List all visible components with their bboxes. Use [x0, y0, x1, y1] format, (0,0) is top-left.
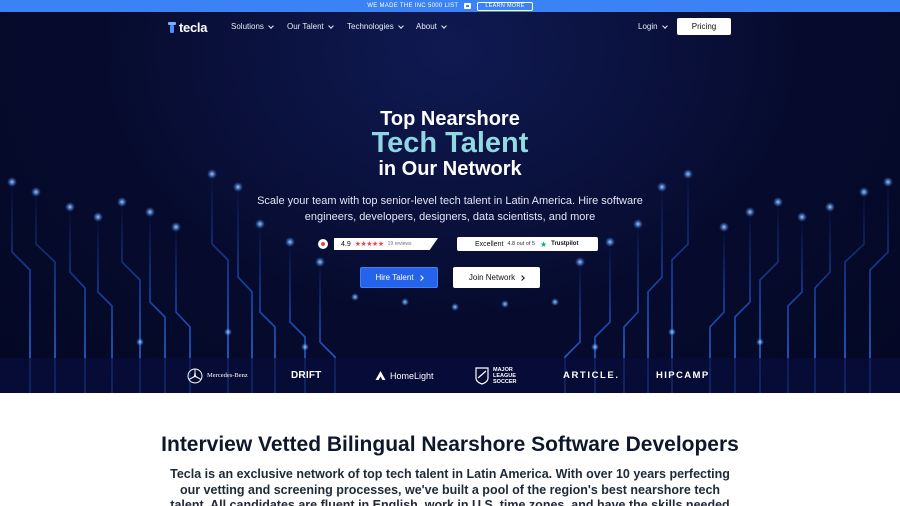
nav-item-label: About: [416, 22, 437, 31]
clutch-review-count: 19 reviews: [387, 241, 412, 247]
chevron-down-icon: [661, 22, 668, 29]
trustpilot-label: Excellent: [475, 240, 504, 248]
nav-item-label: Solutions: [231, 22, 264, 31]
homelight-house-icon: [375, 371, 386, 380]
clutch-rating-box: 4.9 ★★★★★ 19 reviews: [334, 238, 438, 250]
section-title: Interview Vetted Bilingual Nearshore Sof…: [161, 433, 739, 456]
clutch-rating-badge[interactable]: 4.9 ★★★★★ 19 reviews: [318, 238, 442, 250]
hero-subtitle: Scale your team with top senior-level te…: [257, 195, 643, 223]
nav-item-label: Our Talent: [287, 22, 324, 31]
mls-line-3: SOCCER: [493, 378, 517, 385]
chevron-right-icon: [519, 274, 525, 281]
join-network-button[interactable]: Join Network: [453, 267, 540, 288]
login-menu[interactable]: Login: [638, 22, 668, 31]
learn-more-button[interactable]: LEARN MORE: [477, 1, 533, 11]
top-nav: tecla Solutions Our Talent Technologies …: [0, 12, 900, 42]
nav-item-technologies[interactable]: Technologies: [347, 22, 404, 31]
client-logos-strip: Mercedes-Benz DRIFT HomeLight MAJOR LEAG…: [0, 358, 900, 393]
nav-item-label: Technologies: [347, 22, 394, 31]
mls-crest-icon: [475, 366, 489, 385]
hire-talent-button[interactable]: Hire Talent: [360, 267, 438, 288]
mls-wordmark: MAJOR LEAGUE SOCCER: [493, 367, 517, 385]
hero-section: tecla Solutions Our Talent Technologies …: [0, 12, 900, 393]
chevron-down-icon: [327, 22, 334, 29]
chevron-right-icon: [417, 274, 424, 281]
flag-icon: [464, 3, 472, 9]
hero-title-line-3: in Our Network: [378, 158, 522, 180]
hipcamp-logo: HIPCAMP: [656, 358, 710, 393]
mercedes-star-icon: [187, 368, 203, 383]
trustpilot-star-icon: ★: [539, 239, 548, 249]
mercedes-benz-logo: Mercedes-Benz: [187, 358, 248, 393]
trustpilot-name: Trustpilot: [551, 241, 579, 247]
article-logo: ARTICLE.: [563, 358, 620, 393]
clutch-logo-icon: [318, 239, 328, 249]
chevron-down-icon: [268, 22, 274, 29]
chevron-down-icon: [397, 22, 404, 29]
star-rating-icon: ★★★★★: [354, 241, 384, 248]
brand-name: tecla: [179, 20, 208, 35]
trustpilot-score: 4.8 out of 5: [507, 241, 535, 247]
mls-logo: MAJOR LEAGUE SOCCER: [475, 358, 517, 393]
trustpilot-badge[interactable]: Excellent 4.8 out of 5 ★ Trustpilot: [457, 237, 598, 251]
tecla-logo-icon: [168, 22, 176, 33]
nav-item-solutions[interactable]: Solutions: [231, 22, 274, 31]
nav-item-our-talent[interactable]: Our Talent: [287, 22, 334, 31]
drift-wordmark: DRIFT: [291, 370, 322, 381]
article-wordmark: ARTICLE.: [563, 370, 620, 381]
hire-talent-label: Hire Talent: [375, 273, 414, 282]
hero-title-line-2: Tech Talent: [0, 127, 900, 160]
chevron-down-icon: [441, 22, 447, 29]
homelight-logo: HomeLight: [375, 358, 434, 393]
login-label: Login: [638, 22, 658, 31]
mercedes-benz-wordmark: Mercedes-Benz: [207, 372, 248, 379]
announcement-text: WE MADE THE INC 5000 LIST: [367, 3, 459, 9]
pricing-button[interactable]: Pricing: [677, 18, 731, 35]
nav-item-about[interactable]: About: [416, 22, 447, 31]
homelight-wordmark: HomeLight: [390, 370, 434, 381]
drift-logo: DRIFT: [291, 358, 321, 393]
join-network-label: Join Network: [468, 273, 516, 282]
brand-logo[interactable]: tecla: [168, 20, 207, 35]
hipcamp-wordmark: HIPCAMP: [656, 370, 710, 381]
announcement-bar: WE MADE THE INC 5000 LIST LEARN MORE: [0, 0, 900, 12]
clutch-rating-value: 4.9: [341, 240, 351, 248]
section-body: Tecla is an exclusive network of top tec…: [170, 467, 730, 506]
